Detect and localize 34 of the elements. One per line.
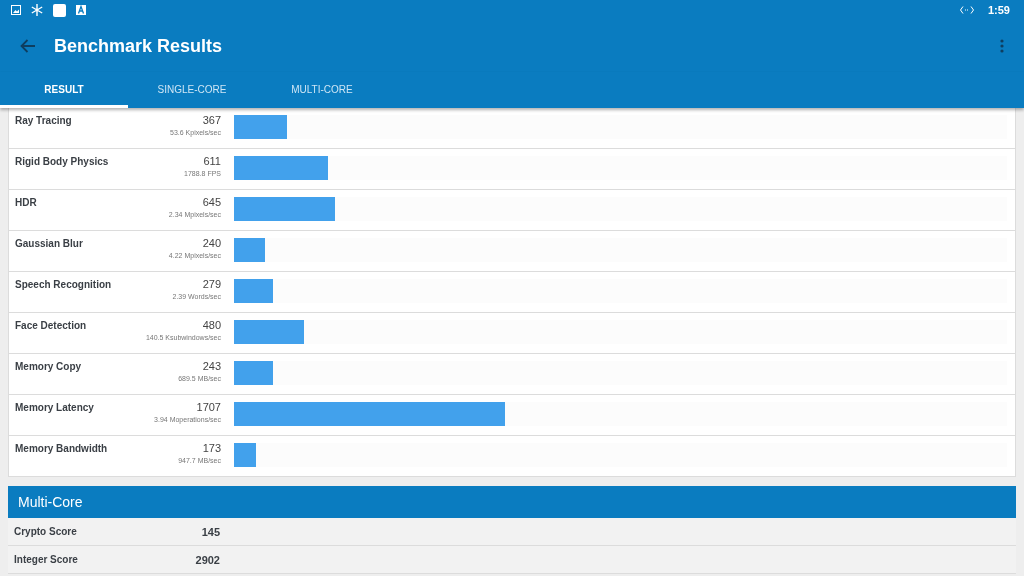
letter-a-icon xyxy=(76,5,86,15)
benchmark-score: 279 xyxy=(202,278,221,290)
benchmark-name: Face Detection xyxy=(15,319,88,331)
benchmark-score: 367 xyxy=(202,114,221,126)
benchmark-score: 611 xyxy=(203,155,221,167)
clock-time: 1:59 xyxy=(987,4,1010,16)
score-value: 2902 xyxy=(194,553,220,566)
code-arrows-icon xyxy=(959,6,974,14)
score-name: Crypto Score xyxy=(14,526,78,537)
image-icon xyxy=(11,5,21,15)
benchmark-score: 240 xyxy=(202,237,221,249)
snowflake-icon xyxy=(31,4,43,16)
score-name: Integer Score xyxy=(14,554,79,565)
benchmark-name: Gaussian Blur xyxy=(15,237,84,249)
tab[interactable]: MULTI-CORE xyxy=(258,72,386,108)
tab[interactable]: SINGLE-CORE xyxy=(128,72,256,108)
benchmark-score: 1707 xyxy=(196,401,221,413)
benchmark-name: Ray Tracing xyxy=(15,114,73,126)
section-title: Multi-Core xyxy=(18,494,83,510)
benchmark-score: 173 xyxy=(202,442,221,454)
benchmark-score: 480 xyxy=(202,319,221,331)
benchmark-name: Memory Copy xyxy=(15,360,83,372)
back-button[interactable] xyxy=(20,38,38,54)
score-value: 145 xyxy=(200,525,220,538)
benchmark-score: 645 xyxy=(202,196,221,208)
benchmark-name: Memory Bandwidth xyxy=(15,442,109,454)
benchmark-name: Speech Recognition xyxy=(15,278,113,290)
square-icon xyxy=(53,3,66,17)
more-options-button[interactable] xyxy=(998,39,1006,53)
benchmark-name: Memory Latency xyxy=(15,401,95,413)
benchmark-name: HDR xyxy=(15,196,38,208)
benchmark-score: 243 xyxy=(202,360,221,372)
benchmark-name: Rigid Body Physics xyxy=(15,155,110,167)
screen-title: Benchmark Results xyxy=(54,35,224,57)
